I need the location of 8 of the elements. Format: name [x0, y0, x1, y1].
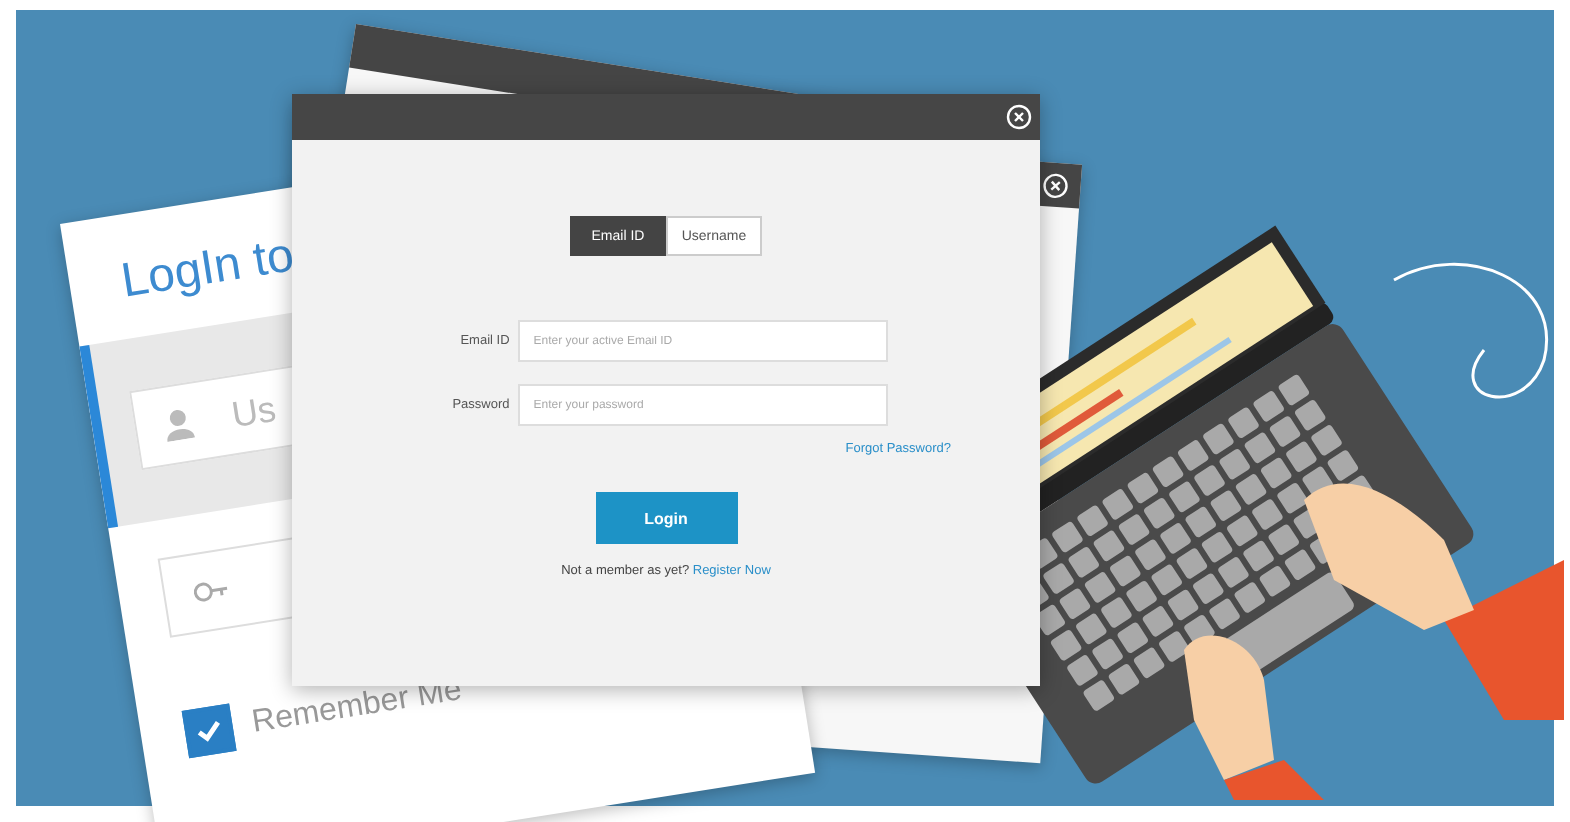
card-title: LogIn to — [117, 228, 298, 311]
remember-checkbox[interactable] — [181, 703, 237, 759]
close-icon[interactable] — [1006, 104, 1032, 130]
user-icon — [162, 405, 196, 442]
login-button[interactable]: Login — [595, 492, 737, 544]
close-icon[interactable] — [1041, 171, 1070, 199]
check-icon — [193, 716, 225, 745]
username-placeholder: Us — [228, 387, 279, 437]
